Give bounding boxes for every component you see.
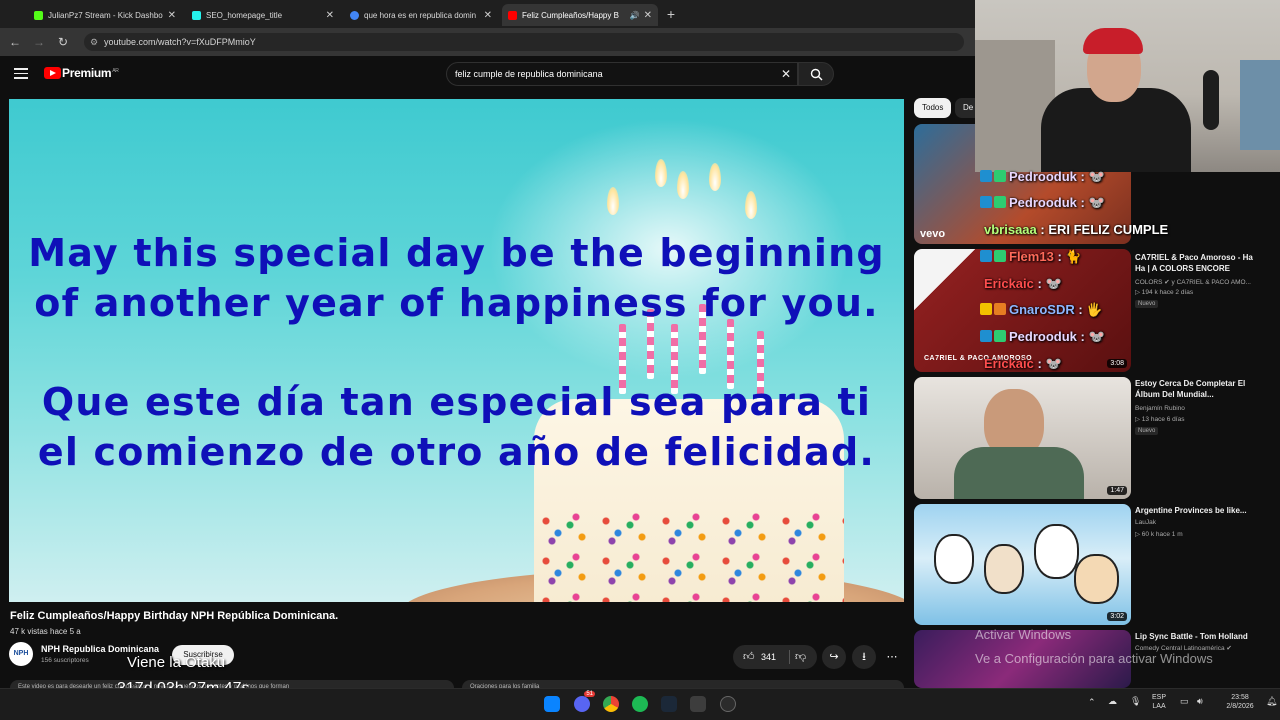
windows-start-icon[interactable] <box>544 696 560 712</box>
volume-icon[interactable]: 🔊︎ <box>1197 697 1203 706</box>
app-icon[interactable] <box>690 696 706 712</box>
recommendation-stats: ▷ 13 hace 6 días <box>1135 416 1185 423</box>
video-caption-es-1: Que este día tan especial sea para ti <box>41 380 872 424</box>
stream-caption: Viene la Otaku <box>127 654 226 671</box>
candle-flame <box>607 187 619 215</box>
microphone-tray-icon[interactable]: 🎙︎ <box>1130 697 1141 706</box>
activate-windows-title: Activar Windows <box>975 627 1072 642</box>
chat-message: Pedrooduk : 🐭 <box>980 329 1105 345</box>
chat-message: Erickaic : 🐭 <box>984 276 1062 291</box>
tab-google-search[interactable]: que hora es en republica domin ✕ <box>344 4 498 26</box>
candle-flame <box>677 171 689 199</box>
site-info-icon[interactable]: ⚙ <box>90 33 98 51</box>
tiktok-icon <box>192 10 201 20</box>
forward-arrow-icon[interactable]: → <box>30 33 48 51</box>
recommendation-title[interactable]: Estoy Cerca De Completar El Álbum Del Mu… <box>1135 378 1260 400</box>
back-arrow-icon[interactable]: ← <box>6 33 24 51</box>
youtube-logo-icon[interactable] <box>44 67 61 79</box>
video-caption-en-1: May this special day be the beginning <box>28 231 885 275</box>
comments-preview[interactable]: Oraciones para los familia <box>462 680 904 688</box>
chrome-icon[interactable] <box>603 696 619 712</box>
menu-icon[interactable] <box>14 68 28 80</box>
discord-icon[interactable]: 51 <box>574 691 595 712</box>
close-tab-icon[interactable]: ✕ <box>326 10 334 21</box>
video-caption-es-2: el comienzo de otro año de felicidad. <box>37 430 876 474</box>
chat-message: Pedrooduk : 🐭 <box>980 169 1105 185</box>
recommendation-channel[interactable]: LauJak <box>1135 518 1156 527</box>
chat-message: GnaroSDR : 🖐 <box>980 302 1103 318</box>
kick-icon <box>34 10 43 20</box>
close-tab-icon[interactable]: ✕ <box>168 10 176 21</box>
chat-message: Pedrooduk : 🐭 <box>980 195 1105 211</box>
reload-icon[interactable]: ↻ <box>54 33 72 51</box>
recommendation-channel[interactable]: Benjamín Rubino <box>1135 404 1185 413</box>
speaker-icon[interactable]: 🔊 <box>630 11 640 20</box>
new-badge: Nuevo <box>1135 427 1159 435</box>
obs-icon[interactable] <box>720 696 736 712</box>
recommendation-stats: ▷ 60 k hace 1 m <box>1135 531 1183 538</box>
recommendation-thumbnail[interactable]: 1:47 <box>914 377 1131 499</box>
share-icon[interactable]: ↪ <box>822 645 846 669</box>
video-views-date: 47 k vistas hace 5 a <box>10 627 81 636</box>
video-caption-en-2: of another year of happiness for you. <box>34 281 879 325</box>
webcam-overlay <box>975 0 1280 172</box>
notifications-icon[interactable]: 🔔︎ <box>1266 697 1277 706</box>
close-tab-icon[interactable]: ✕ <box>484 10 492 21</box>
recommendation-channel[interactable]: COLORS ✔ y CA7RIEL & PACO AMO... <box>1135 278 1251 287</box>
channel-name[interactable]: NPH Republica Dominicana <box>41 644 159 654</box>
search-icon <box>810 68 823 81</box>
channel-avatar[interactable]: NPH <box>9 642 33 666</box>
dislike-icon[interactable]: 👎︎ <box>795 645 806 669</box>
spotify-icon[interactable] <box>632 696 648 712</box>
chat-message: Erickaic : 🐭 <box>984 356 1062 371</box>
search-input[interactable]: feliz cumple de republica dominicana ✕ <box>446 62 798 86</box>
video-title: Feliz Cumpleaños/Happy Birthday NPH Repú… <box>10 610 339 622</box>
activate-windows-subtitle: Ve a Configuración para activar Windows <box>975 651 1213 666</box>
search-button[interactable] <box>798 62 834 86</box>
steam-icon[interactable] <box>661 696 677 712</box>
candle-flame <box>709 163 721 191</box>
new-tab-button[interactable]: + <box>663 6 679 22</box>
microphone-icon <box>1203 70 1219 130</box>
more-options-icon[interactable]: ⋯ <box>880 645 904 669</box>
chip-all[interactable]: Todos <box>914 98 952 118</box>
recommendation-thumbnail[interactable]: 3:02 <box>914 504 1131 625</box>
youtube-icon <box>508 10 517 20</box>
display-icon[interactable]: ▭ <box>1180 697 1189 706</box>
like-dislike-group: 👍︎ 341 👎︎ <box>733 645 817 669</box>
like-icon[interactable]: 👍︎ <box>743 645 755 669</box>
recommendation-title[interactable]: CA7RIEL & Paco Amoroso - Ha Ha | A COLOR… <box>1135 252 1260 274</box>
download-icon[interactable]: ⭳ <box>852 645 876 669</box>
clock[interactable]: 23:58 2/8/2026 <box>1218 693 1262 711</box>
close-tab-icon[interactable]: ✕ <box>644 10 652 21</box>
language-indicator[interactable]: ESP LAA <box>1152 693 1166 711</box>
tab-kick-dashboard[interactable]: JulianPz7 Stream - Kick Dashbo ✕ <box>28 4 182 26</box>
google-icon <box>350 10 359 20</box>
new-badge: Nuevo <box>1135 300 1159 308</box>
recommendation-title[interactable]: Lip Sync Battle - Tom Holland <box>1135 631 1260 642</box>
youtube-premium-logo[interactable]: PremiumAR <box>62 66 119 80</box>
candle-flame <box>745 191 757 219</box>
chat-message: vbrisaaa : ERI FELIZ CUMPLE <box>984 222 1169 237</box>
tab-seo-title[interactable]: SEO_homepage_title ✕ <box>186 4 340 26</box>
recommendation-title[interactable]: Argentine Provinces be like... <box>1135 505 1260 516</box>
channel-subscribers: 156 suscriptores <box>41 657 89 664</box>
video-player[interactable]: May this special day be the beginning of… <box>9 99 904 602</box>
candle-flame <box>655 159 667 187</box>
url-field[interactable]: ⚙ youtube.com/watch?v=fXuDFPMmioY <box>84 33 964 51</box>
network-icon[interactable]: ☁ <box>1108 697 1117 706</box>
tab-youtube-video[interactable]: Feliz Cumpleaños/Happy B 🔊 ✕ <box>502 4 658 26</box>
tray-chevron-icon[interactable]: ⌃ <box>1088 698 1096 707</box>
like-count[interactable]: 341 <box>761 645 776 669</box>
clear-search-icon[interactable]: ✕ <box>781 63 791 85</box>
chat-message: Flem13 : 🐈 <box>980 249 1082 265</box>
recommendation-stats: ▷ 194 k hace 2 días <box>1135 289 1194 296</box>
